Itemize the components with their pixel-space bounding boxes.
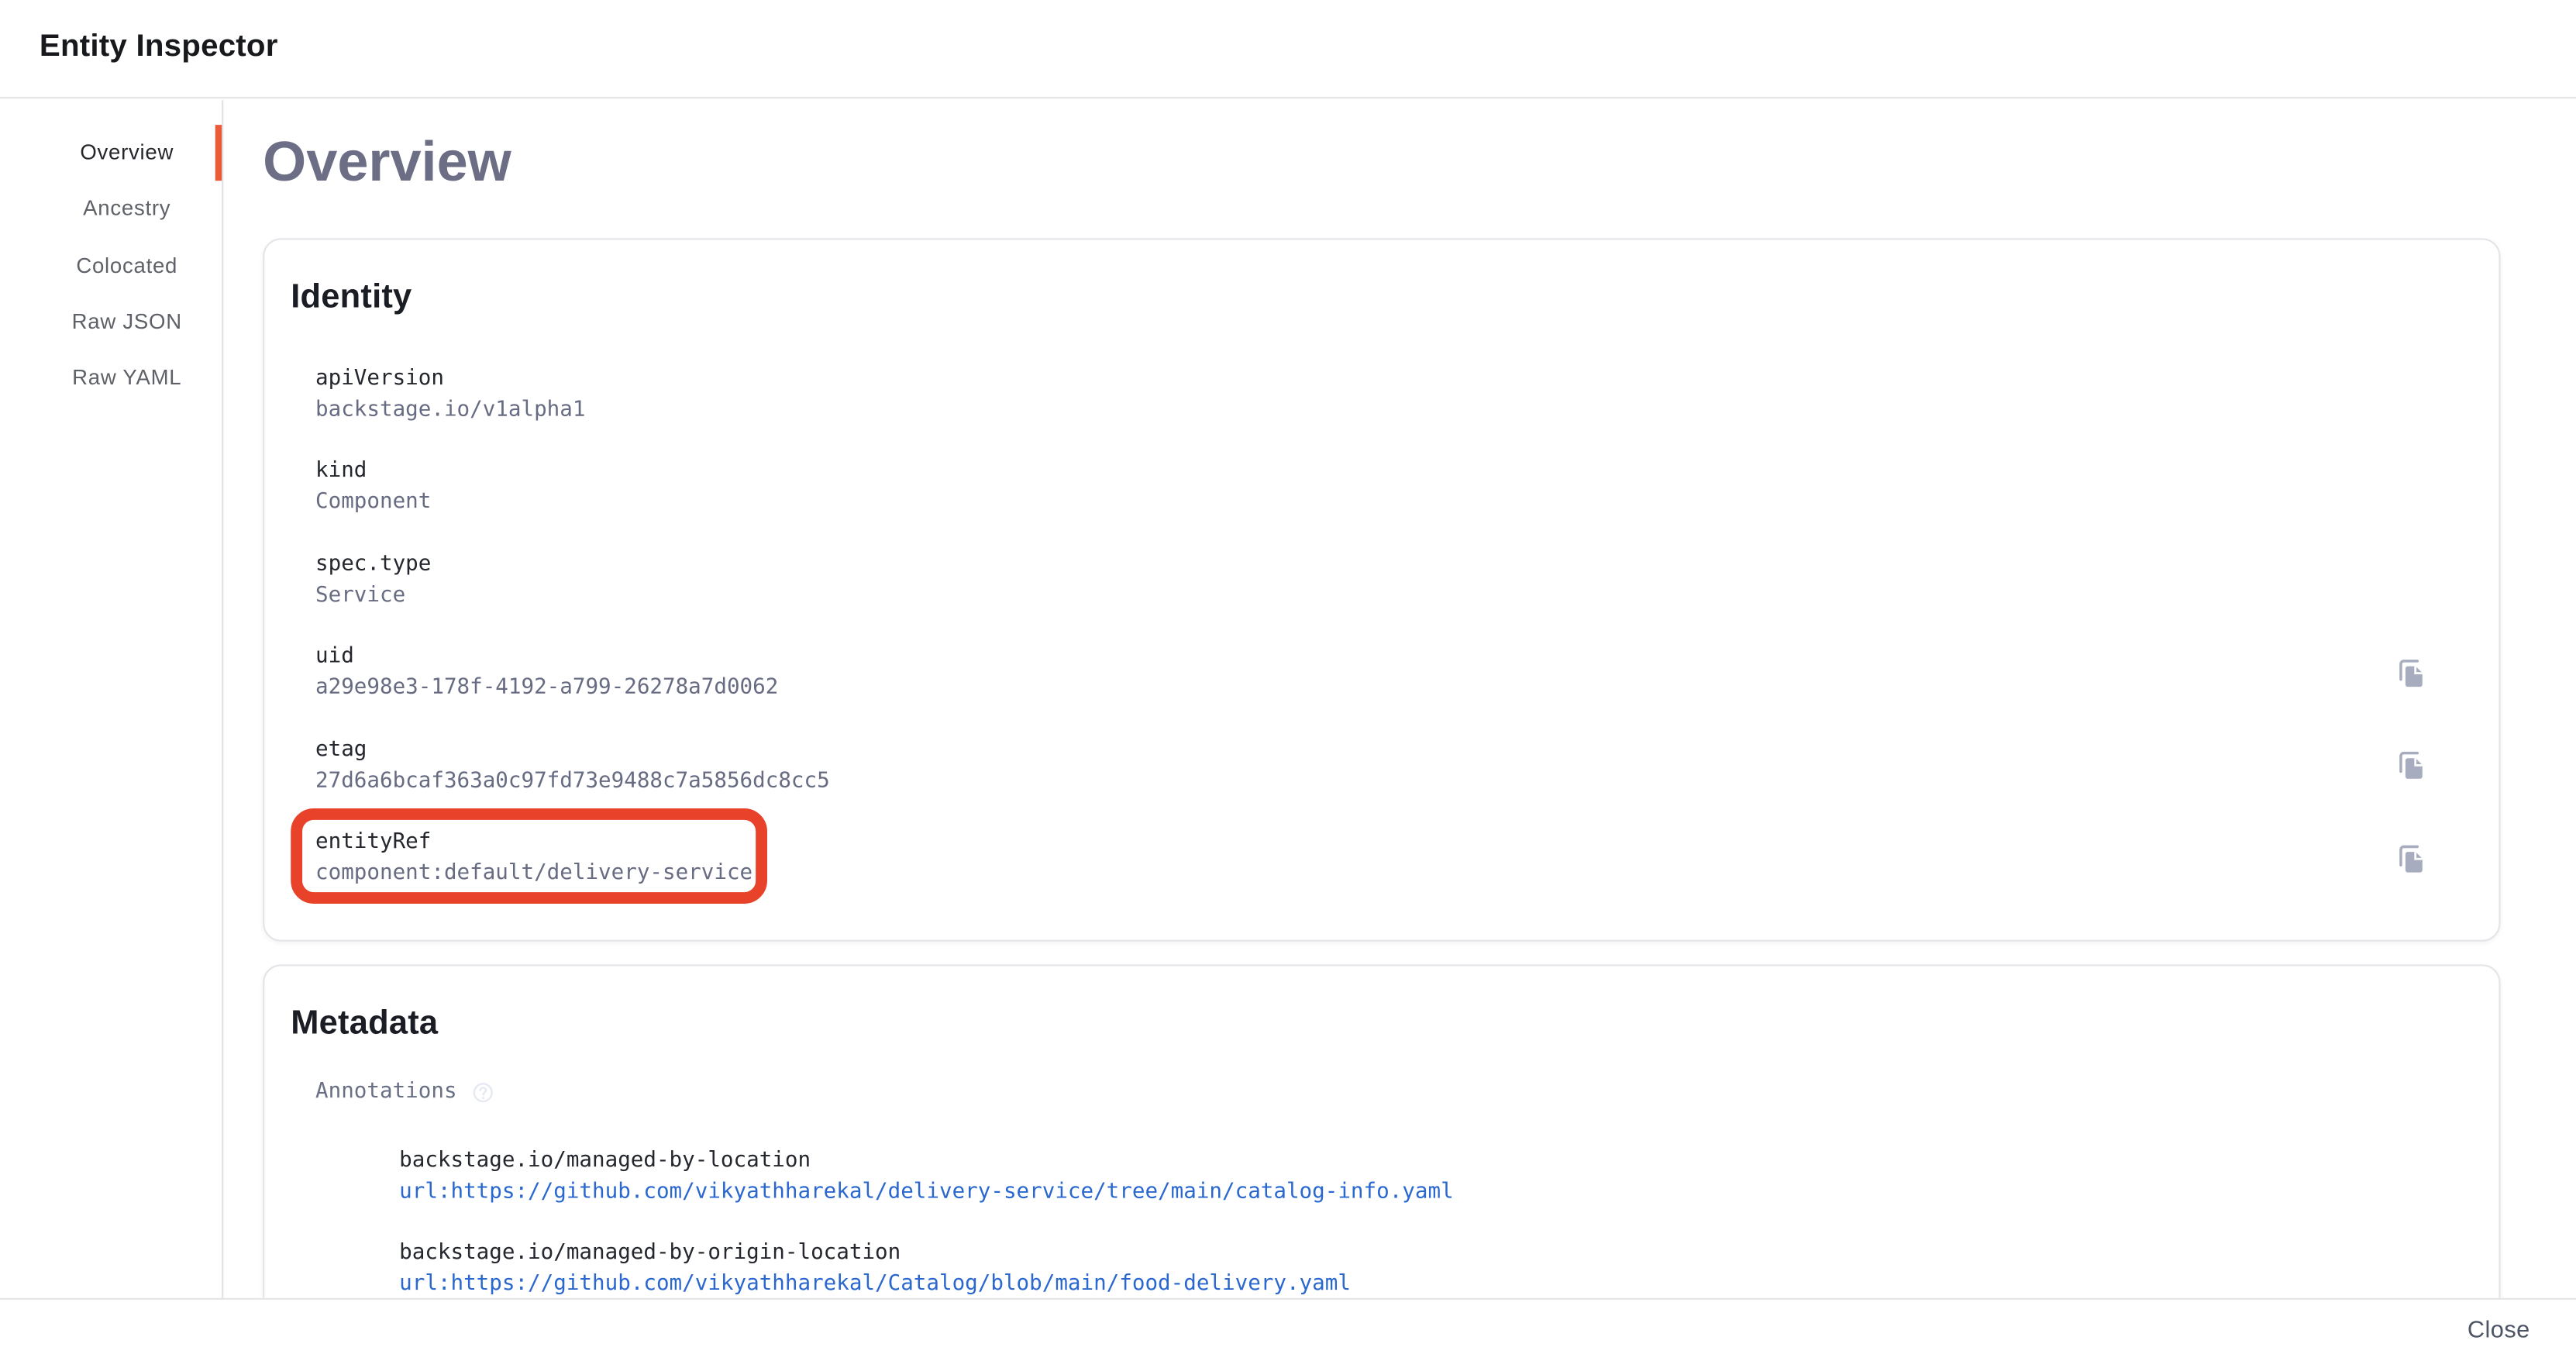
overview-panel: Overview Identity apiVersion backstage.i… [224, 99, 2576, 1298]
sidebar-item-colocated[interactable]: Colocated [0, 236, 221, 293]
copy-entityref-button[interactable] [2390, 838, 2430, 877]
field-etag: etag 27d6a6bcaf363a0c97fd73e9488c7a5856d… [315, 734, 2472, 797]
help-outline-icon[interactable] [472, 1080, 495, 1104]
field-value: Component [315, 486, 2472, 517]
annotation-managed-by-location: backstage.io/managed-by-location url:htt… [399, 1146, 2472, 1208]
copy-etag-button[interactable] [2390, 745, 2430, 784]
annotation-managed-by-origin-location: backstage.io/managed-by-origin-location … [399, 1237, 2472, 1298]
metadata-card: Metadata Annotations backstage.io/manage… [263, 964, 2500, 1298]
inspector-sidebar: Overview Ancestry Colocated Raw JSON Raw… [0, 99, 222, 1298]
field-value: a29e98e3-178f-4192-a799-26278a7d0062 [315, 672, 2472, 703]
field-uid: uid a29e98e3-178f-4192-a799-26278a7d0062 [315, 641, 2472, 704]
field-label: entityRef [315, 826, 2472, 857]
metadata-card-title: Metadata [291, 1005, 2472, 1040]
dialog-title: Entity Inspector [40, 30, 278, 67]
close-button[interactable]: Close [2454, 1308, 2543, 1353]
identity-fields: apiVersion backstage.io/v1alpha1 kind Co… [315, 362, 2472, 888]
field-spec-type: spec.type Service [315, 548, 2472, 611]
sidebar-item-raw-json[interactable]: Raw JSON [0, 293, 221, 350]
page-title: Overview [263, 126, 2576, 198]
field-label: etag [315, 734, 2472, 765]
identity-card: Identity apiVersion backstage.io/v1alpha… [263, 237, 2500, 940]
identity-card-title: Identity [291, 278, 2472, 313]
vertical-tabs: Overview Ancestry Colocated Raw JSON Raw… [0, 99, 221, 405]
annotation-entries: backstage.io/managed-by-location url:htt… [399, 1146, 2472, 1299]
sidebar-item-overview[interactable]: Overview [0, 124, 221, 181]
annotation-link[interactable]: url:https://github.com/vikyathharekal/Ca… [399, 1269, 1351, 1299]
field-value: component:default/delivery-service [315, 858, 2472, 889]
copy-uid-button[interactable] [2390, 653, 2430, 692]
annotations-section-header: Annotations [315, 1077, 2472, 1108]
field-label: kind [315, 455, 2472, 486]
field-entityref: entityRef component:default/delivery-ser… [315, 826, 2472, 889]
field-label: uid [315, 641, 2472, 672]
field-apiversion: apiVersion backstage.io/v1alpha1 [315, 362, 2472, 425]
field-kind: kind Component [315, 455, 2472, 518]
copy-icon [2393, 748, 2428, 783]
active-tab-indicator [215, 124, 221, 181]
sidebar-item-raw-yaml[interactable]: Raw YAML [0, 350, 221, 406]
field-label: spec.type [315, 548, 2472, 579]
field-label: apiVersion [315, 362, 2472, 393]
copy-icon [2393, 840, 2428, 875]
field-value: backstage.io/v1alpha1 [315, 394, 2472, 425]
annotations-label: Annotations [315, 1077, 457, 1108]
field-value: 27d6a6bcaf363a0c97fd73e9488c7a5856dc8cc5 [315, 765, 2472, 796]
annotation-key: backstage.io/managed-by-origin-location [399, 1237, 2472, 1268]
copy-icon [2393, 655, 2428, 690]
annotation-link[interactable]: url:https://github.com/vikyathharekal/de… [399, 1177, 1454, 1208]
field-value: Service [315, 579, 2472, 610]
dialog-header: Entity Inspector [0, 0, 2576, 98]
annotation-key: backstage.io/managed-by-location [399, 1146, 2472, 1177]
sidebar-item-ancestry[interactable]: Ancestry [0, 181, 221, 237]
entity-inspector-dialog: Entity Inspector Overview Ancestry Coloc… [0, 0, 2576, 1361]
dialog-footer: Close [0, 1299, 2576, 1361]
